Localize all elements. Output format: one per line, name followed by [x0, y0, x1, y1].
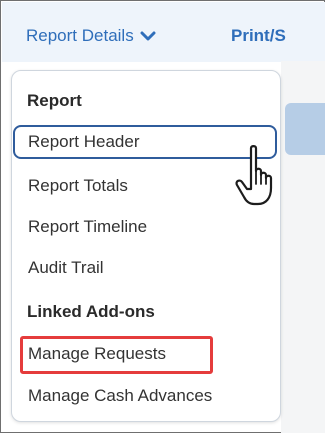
- menu-item-report-totals[interactable]: Report Totals: [28, 176, 128, 196]
- annotation-highlight-box: [20, 336, 213, 374]
- menu-item-audit-trail[interactable]: Audit Trail: [28, 258, 104, 278]
- background-selected-tab: [285, 103, 325, 155]
- screenshot-frame: Report Details Print/S Report Report Hea…: [0, 0, 325, 433]
- print-share-button[interactable]: Print/S: [231, 26, 307, 46]
- menu-section-linked-addons: Linked Add-ons: [27, 302, 155, 321]
- chevron-down-icon: [140, 31, 156, 41]
- menu-item-report-header[interactable]: Report Header: [28, 132, 140, 152]
- menu-item-manage-cash-advances[interactable]: Manage Cash Advances: [28, 386, 212, 406]
- report-details-label: Report Details: [26, 26, 134, 45]
- report-details-dropdown[interactable]: Report Details: [26, 26, 156, 46]
- menu-section-report: Report: [27, 91, 82, 110]
- hand-pointer-icon: [235, 145, 273, 206]
- menu-item-report-timeline[interactable]: Report Timeline: [28, 217, 147, 237]
